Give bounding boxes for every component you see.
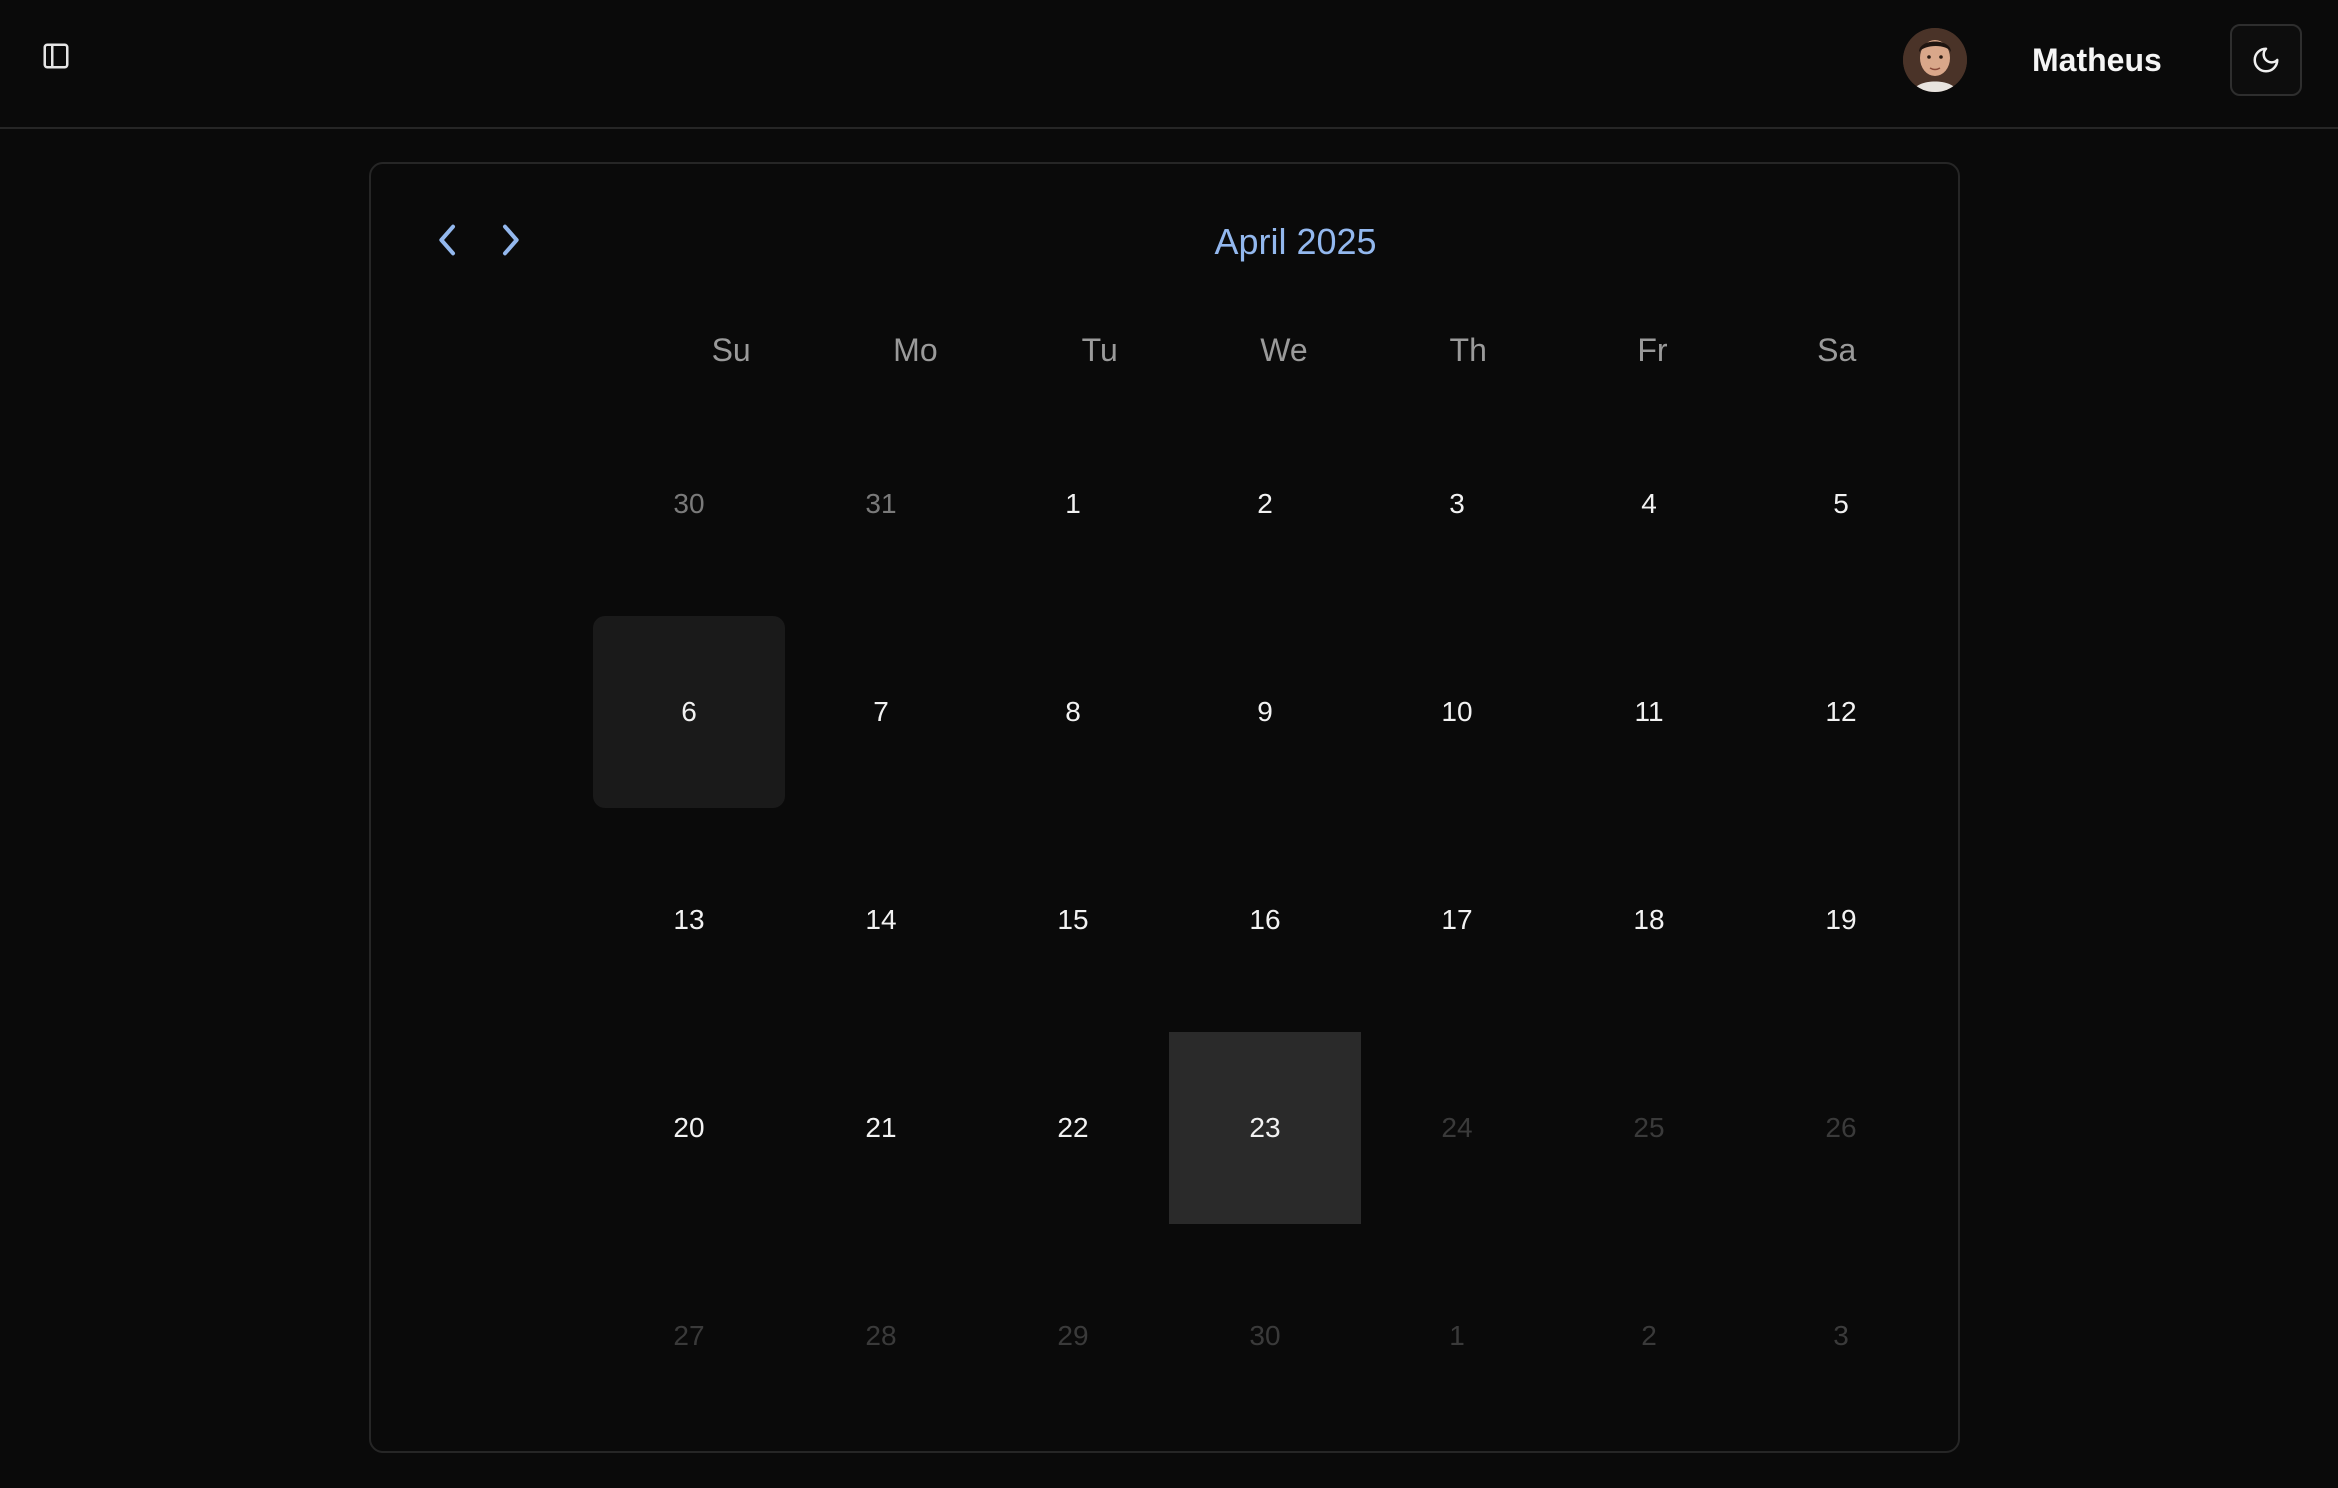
day-label: 1 xyxy=(1449,1320,1465,1351)
weekday-label: Sa xyxy=(1817,332,1857,368)
day-cell[interactable]: 17 xyxy=(1361,816,1553,1024)
day-cell: 25 xyxy=(1553,1024,1745,1232)
day-cell[interactable]: 31 xyxy=(785,400,977,608)
day-cell[interactable]: 23 xyxy=(1169,1024,1361,1232)
day-cell[interactable]: 20 xyxy=(593,1024,785,1232)
day-label: 25 xyxy=(1633,1112,1665,1143)
day-label: 19 xyxy=(1825,904,1857,935)
day-cell[interactable]: 9 xyxy=(1169,608,1361,816)
day-cell: 29 xyxy=(977,1232,1169,1440)
day-cell[interactable]: 21 xyxy=(785,1024,977,1232)
day-cell[interactable]: 18 xyxy=(1553,816,1745,1024)
day-label: 31 xyxy=(865,488,897,519)
day-label: 17 xyxy=(1441,904,1473,935)
weekday-label: Su xyxy=(711,332,751,368)
panel-left-icon[interactable] xyxy=(30,30,82,82)
avatar[interactable] xyxy=(1903,28,1967,92)
top-bar: Matheus xyxy=(0,0,2338,129)
day-cell[interactable]: 8 xyxy=(977,608,1169,816)
calendar-card: April 2025 Su Mo Tu We Th Fr Sa 30 31 1 2 3 4 5 6 7 8 9 1… xyxy=(369,162,1960,1453)
day-cell[interactable]: 10 xyxy=(1361,608,1553,816)
day-label: 3 xyxy=(1833,1320,1849,1351)
day-grid: 30 31 1 2 3 4 5 6 7 8 9 10 11 12 13 14 15 16 17 18 19 20 21 22 2… xyxy=(593,400,1937,1440)
weekday-label: Fr xyxy=(1637,332,1668,368)
day-label: 27 xyxy=(673,1320,705,1351)
day-cell: 1 xyxy=(1361,1232,1553,1440)
weekday-label: Th xyxy=(1449,332,1487,368)
day-label: 2 xyxy=(1641,1320,1657,1351)
day-label: 24 xyxy=(1441,1112,1473,1143)
day-cell[interactable]: 12 xyxy=(1745,608,1937,816)
day-label: 29 xyxy=(1057,1320,1089,1351)
day-label: 14 xyxy=(865,904,897,935)
day-cell[interactable]: 5 xyxy=(1745,400,1937,608)
day-label: 30 xyxy=(1249,1320,1281,1351)
day-label: 28 xyxy=(865,1320,897,1351)
day-cell[interactable]: 11 xyxy=(1553,608,1745,816)
day-label: 23 xyxy=(1169,1032,1361,1224)
day-label: 18 xyxy=(1633,904,1665,935)
day-label: 2 xyxy=(1257,488,1273,519)
day-cell[interactable]: 2 xyxy=(1169,400,1361,608)
day-cell: 3 xyxy=(1745,1232,1937,1440)
day-cell: 26 xyxy=(1745,1024,1937,1232)
day-cell: 2 xyxy=(1553,1232,1745,1440)
day-label: 6 xyxy=(593,616,785,808)
day-label: 1 xyxy=(1065,488,1081,519)
day-cell[interactable]: 14 xyxy=(785,816,977,1024)
day-label: 3 xyxy=(1449,488,1465,519)
day-cell[interactable]: 30 xyxy=(593,400,785,608)
day-label: 21 xyxy=(865,1112,897,1143)
user-name: Matheus xyxy=(2032,42,2162,78)
weekday-label: Mo xyxy=(893,332,938,368)
day-cell[interactable]: 6 xyxy=(593,608,785,816)
day-cell[interactable]: 3 xyxy=(1361,400,1553,608)
day-label: 5 xyxy=(1833,488,1849,519)
day-label: 13 xyxy=(673,904,705,935)
day-cell[interactable]: 4 xyxy=(1553,400,1745,608)
weekday-header: Su Mo Tu We Th Fr Sa xyxy=(617,320,1907,380)
day-label: 8 xyxy=(1065,696,1081,727)
weekday-label: We xyxy=(1260,332,1308,368)
day-cell[interactable]: 7 xyxy=(785,608,977,816)
day-cell[interactable]: 15 xyxy=(977,816,1169,1024)
day-label: 4 xyxy=(1641,488,1657,519)
day-label: 7 xyxy=(873,696,889,727)
day-label: 11 xyxy=(1634,696,1664,727)
day-cell[interactable]: 13 xyxy=(593,816,785,1024)
day-cell: 30 xyxy=(1169,1232,1361,1440)
day-cell[interactable]: 16 xyxy=(1169,816,1361,1024)
theme-toggle-button[interactable] xyxy=(2230,24,2302,96)
weekday-label: Tu xyxy=(1081,332,1118,368)
day-label: 16 xyxy=(1249,904,1281,935)
month-title: April 2025 xyxy=(1214,221,1377,262)
day-label: 12 xyxy=(1825,696,1857,727)
day-label: 20 xyxy=(673,1112,705,1143)
day-label: 22 xyxy=(1057,1112,1089,1143)
day-cell[interactable]: 19 xyxy=(1745,816,1937,1024)
day-label: 15 xyxy=(1057,904,1089,935)
day-cell[interactable]: 22 xyxy=(977,1024,1169,1232)
day-label: 9 xyxy=(1257,696,1273,727)
day-cell: 24 xyxy=(1361,1024,1553,1232)
moon-icon xyxy=(2253,47,2279,73)
day-cell: 27 xyxy=(593,1232,785,1440)
day-cell: 28 xyxy=(785,1232,977,1440)
day-label: 10 xyxy=(1441,696,1473,727)
day-label: 26 xyxy=(1825,1112,1857,1143)
day-cell[interactable]: 1 xyxy=(977,400,1169,608)
day-label: 30 xyxy=(673,488,705,519)
